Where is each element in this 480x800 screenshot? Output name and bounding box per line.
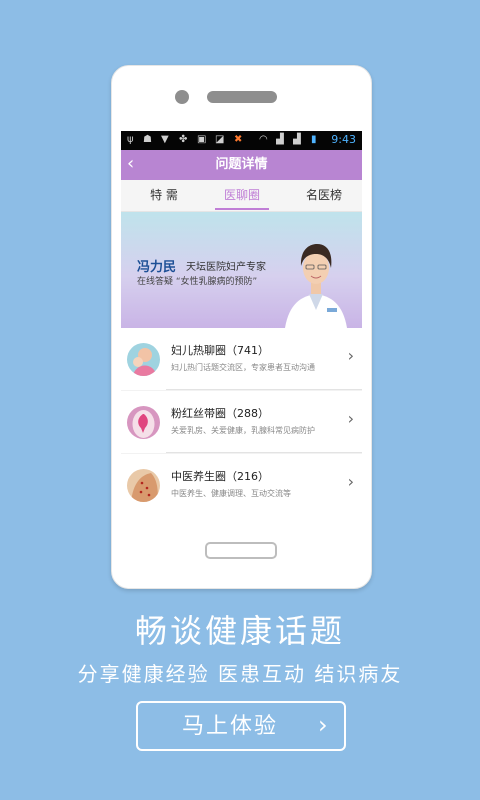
tab-special[interactable]: 特 需	[139, 188, 189, 202]
status-bar: ψ ☗ ▼ ✤ ▣ ◪ ✖ ◠ ▟ ▟ ▮ 9:43	[121, 131, 362, 150]
page-title: 问题详情	[215, 157, 268, 172]
wifi-icon: ◠	[259, 134, 268, 145]
circle-name: 妇儿热聊圈（741）	[171, 344, 269, 357]
app-screen: ψ ☗ ▼ ✤ ▣ ◪ ✖ ◠ ▟ ▟ ▮ 9:43 ‹ 问题详情 特 需 医聊…	[121, 131, 362, 515]
clock: 9:43	[331, 133, 356, 146]
circle-avatar	[127, 343, 160, 376]
circle-name: 中医养生圈（216）	[171, 470, 269, 483]
chevron-right-icon: ›	[347, 409, 354, 428]
app-notification-icon: ✤	[179, 134, 188, 145]
banner-carousel[interactable]: 冯力民 天坛医院妇产专家 在线答疑 “女性乳腺病的预防”	[121, 212, 362, 333]
tab-bar: 特 需 医聊圈 名医榜	[121, 180, 362, 212]
try-now-label: 马上体验	[182, 714, 279, 739]
try-now-button[interactable]: 马上体验 ›	[136, 701, 346, 751]
circle-avatar	[127, 406, 160, 439]
title-bar: ‹ 问题详情	[121, 150, 362, 180]
no-sim-icon: ◪	[215, 134, 225, 145]
doctor-photo	[285, 244, 347, 328]
chevron-right-icon: ›	[318, 711, 328, 739]
chevron-right-icon: ›	[347, 346, 354, 365]
banner-doctor-title: 天坛医院妇产专家	[186, 262, 266, 273]
banner-subtitle: 在线答疑 “女性乳腺病的预防”	[137, 277, 258, 287]
divider	[166, 452, 362, 453]
circle-description: 中医养生、健康调理、互动交流等	[171, 489, 291, 498]
banner-doctor-name: 冯力民	[137, 260, 177, 275]
circle-description: 妇儿热门话题交流区，专家患者互动沟通	[171, 363, 315, 372]
circle-name: 粉红丝带圈（288）	[171, 407, 269, 420]
promo-subline: 分享健康经验 医患互动 结识病友	[77, 662, 403, 686]
circle-description: 关爱乳房、关爱健康，乳腺科常见病防护	[171, 426, 315, 435]
list-item[interactable]: 中医养生圈（216） 中医养生、健康调理、互动交流等 ›	[121, 454, 362, 515]
usb-icon: ψ	[127, 134, 134, 145]
list-item[interactable]: 粉红丝带圈（288） 关爱乳房、关爱健康，乳腺科常见病防护 ›	[121, 391, 362, 453]
tab-doctor-chat[interactable]: 医聊圈	[215, 188, 269, 202]
promo-headline: 畅谈健康话题	[134, 612, 345, 650]
download-icon: ▼	[161, 134, 169, 145]
chevron-right-icon: ›	[347, 472, 354, 491]
battery-icon: ▮	[311, 134, 317, 145]
camera-icon	[175, 90, 189, 104]
tab-famous-doctors[interactable]: 名医榜	[297, 188, 351, 202]
tab-indicator	[215, 208, 269, 210]
home-button[interactable]	[205, 542, 277, 559]
circle-avatar	[127, 469, 160, 502]
android-icon: ☗	[143, 134, 152, 145]
speaker-grille	[207, 91, 277, 103]
list-item[interactable]: 妇儿热聊圈（741） 妇儿热门话题交流区，专家患者互动沟通 ›	[121, 328, 362, 390]
divider	[166, 389, 362, 390]
signal-2-icon: ▟	[293, 134, 301, 145]
image-icon: ▣	[197, 134, 207, 145]
notification-app-icon: ✖	[234, 134, 243, 145]
signal-icon: ▟	[276, 134, 284, 145]
